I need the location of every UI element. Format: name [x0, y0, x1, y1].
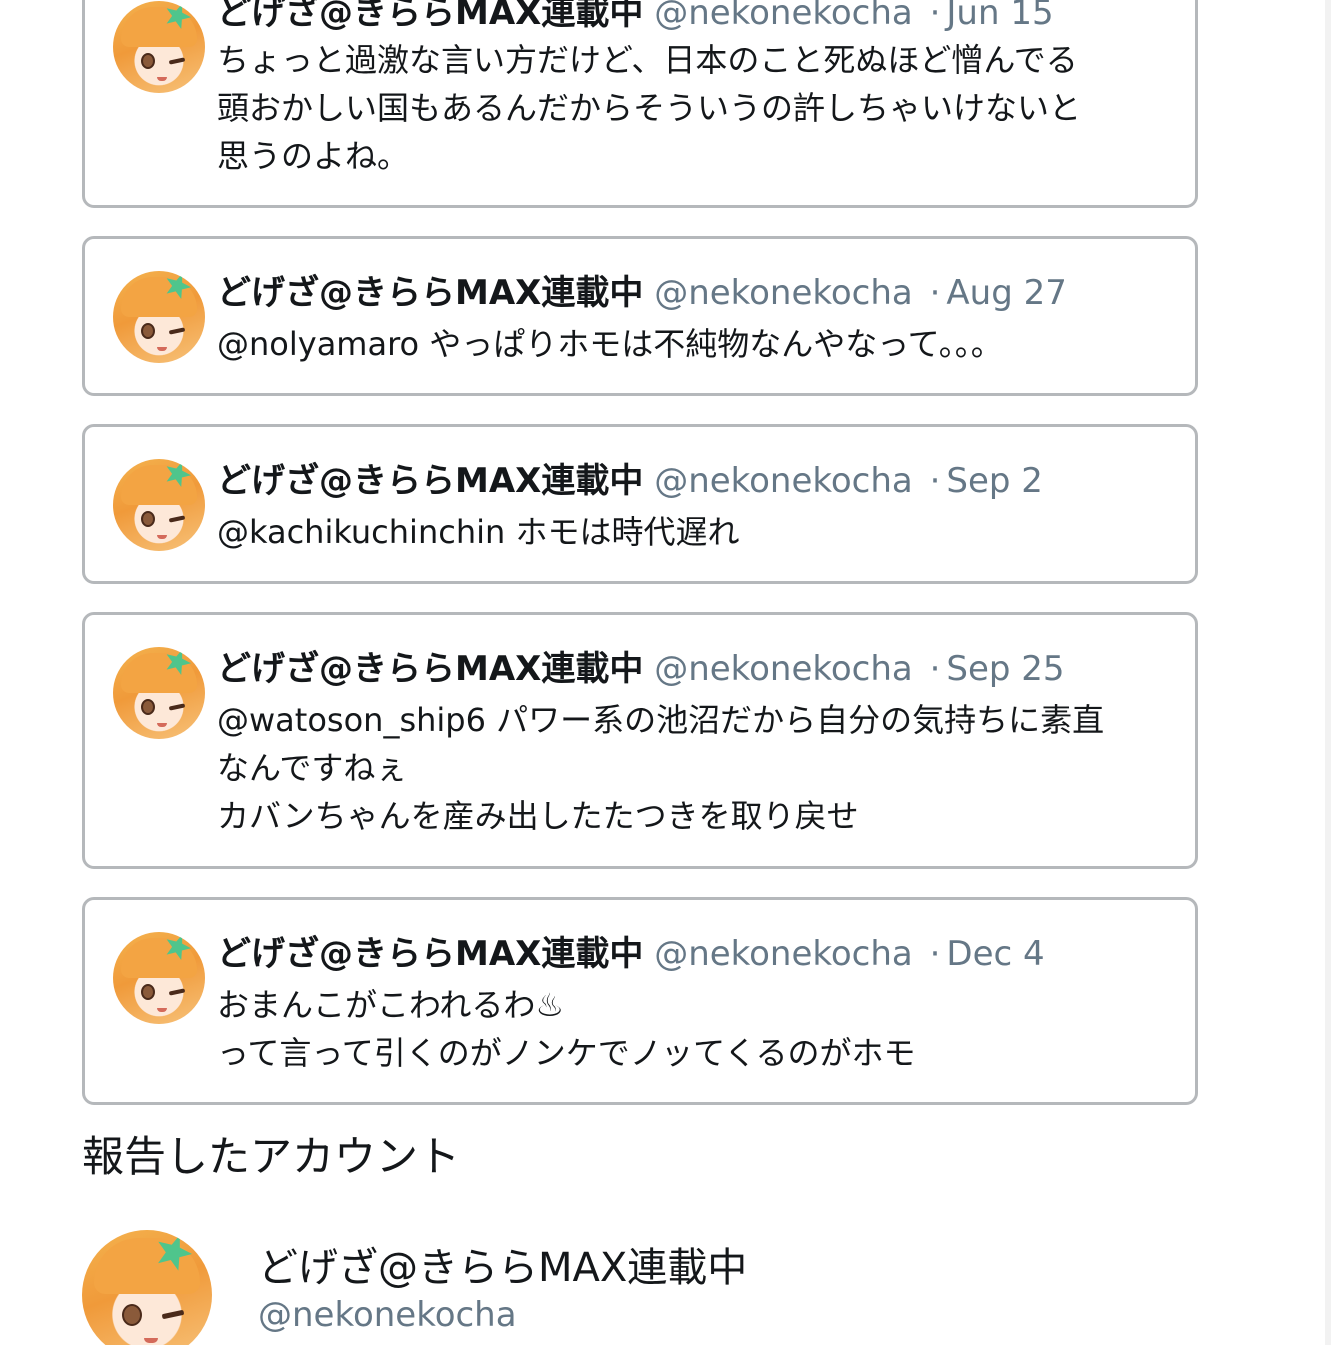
tweet-date[interactable]: Sep 2 — [946, 461, 1043, 501]
tweet-text-line: って言って引くのがノンケでノッてくるのがホモ — [217, 1034, 916, 1072]
separator: · — [929, 0, 941, 33]
author-name[interactable]: どげざ@きららMAX連載中 — [217, 273, 643, 313]
avatar-mouth — [157, 535, 167, 539]
scrollbar-track[interactable] — [1325, 0, 1331, 1345]
tweet-text-line: なんですねぇ — [217, 749, 408, 787]
tweet-text-line: @watoson_ship6 パワー系の池沼だから自分の気持ちに素直 — [217, 701, 1105, 739]
author-name[interactable]: どげざ@きららMAX連載中 — [217, 649, 643, 689]
tweet-header: どげざ@きららMAX連載中 @nekonekocha · Sep 2 — [217, 461, 1043, 501]
reported-account-name[interactable]: どげざ@きららMAX連載中 — [258, 1244, 747, 1292]
tweet-header: どげざ@きららMAX連載中 @nekonekocha · Jun 15 — [217, 0, 1054, 33]
avatar[interactable] — [113, 932, 205, 1024]
avatar-mouth — [144, 1338, 158, 1343]
tweet-text: ちょっと過激な言い方だけど、日本のこと死ぬほど憎んでる 頭おかしい国もあるんだか… — [217, 36, 1177, 180]
tweet-card[interactable]: どげざ@きららMAX連載中 @nekonekocha · Aug 27 @noly… — [82, 236, 1198, 396]
tweet-text-line: 頭おかしい国もあるんだからそういうの許しちゃいけないと — [217, 89, 1082, 127]
separator: · — [929, 649, 941, 689]
avatar-hair — [121, 938, 197, 978]
avatar-wink — [168, 703, 186, 711]
tweet-card[interactable]: どげざ@きららMAX連載中 @nekonekocha · Dec 4 おまんこがこ… — [82, 897, 1198, 1105]
tweet-text-line: おまんこがこわれるわ♨ — [217, 986, 565, 1024]
tweet-text-line: @nolyamaro やっぱりホモは不純物なんやなって。。。 — [217, 325, 1003, 363]
avatar-wink — [168, 988, 186, 996]
avatar-wink — [168, 327, 186, 335]
tweet-card[interactable]: どげざ@きららMAX連載中 @nekonekocha · Jun 15 ちょっと過… — [82, 0, 1198, 208]
reported-account-handle[interactable]: @nekonekocha — [258, 1294, 517, 1336]
author-handle[interactable]: @nekonekocha — [654, 649, 913, 689]
author-name[interactable]: どげざ@きららMAX連載中 — [217, 0, 643, 33]
avatar-mouth — [157, 1008, 167, 1012]
tweet-text-line: @kachikuchinchin ホモは時代遅れ — [217, 513, 740, 551]
avatar-hair — [121, 7, 197, 47]
avatar-hair — [121, 465, 197, 505]
avatar-mouth — [157, 77, 167, 81]
tweet-text: @watoson_ship6 パワー系の池沼だから自分の気持ちに素直 なんですね… — [217, 696, 1177, 840]
section-title-reported-account: 報告したアカウント — [82, 1132, 461, 1181]
tweet-date[interactable]: Dec 4 — [946, 934, 1044, 974]
author-handle[interactable]: @nekonekocha — [654, 273, 913, 313]
tweet-text-line: 思うのよね。 — [217, 137, 410, 175]
avatar[interactable] — [113, 647, 205, 739]
avatar[interactable] — [113, 459, 205, 551]
avatar[interactable] — [113, 1, 205, 93]
avatar-eye — [141, 511, 155, 527]
separator: · — [929, 461, 941, 501]
avatar-wink — [168, 515, 186, 523]
tweet-card[interactable]: どげざ@きららMAX連載中 @nekonekocha · Sep 25 @wato… — [82, 612, 1198, 869]
avatar-hair — [121, 277, 197, 317]
tweet-text: @kachikuchinchin ホモは時代遅れ — [217, 508, 1177, 556]
reported-account-avatar[interactable] — [82, 1230, 212, 1345]
author-name[interactable]: どげざ@きららMAX連載中 — [217, 461, 643, 501]
separator: · — [929, 934, 941, 974]
avatar-mouth — [157, 347, 167, 351]
tweet-text: @nolyamaro やっぱりホモは不純物なんやなって。。。 — [217, 320, 1177, 368]
separator: · — [929, 273, 941, 313]
tweet-text-line: カバンちゃんを産み出したたつきを取り戻せ — [217, 797, 859, 835]
avatar-eye — [141, 323, 155, 339]
tweet-header: どげざ@きららMAX連載中 @nekonekocha · Sep 25 — [217, 649, 1065, 689]
tweet-date[interactable]: Sep 25 — [946, 649, 1064, 689]
author-handle[interactable]: @nekonekocha — [654, 934, 913, 974]
avatar-hair — [121, 653, 197, 693]
avatar-wink — [168, 57, 186, 65]
avatar-eye — [122, 1304, 142, 1326]
tweet-text-line: ちょっと過激な言い方だけど、日本のこと死ぬほど憎んでる — [217, 41, 1078, 79]
avatar-hair — [94, 1238, 200, 1294]
author-handle[interactable]: @nekonekocha — [654, 461, 913, 501]
tweet-header: どげざ@きららMAX連載中 @nekonekocha · Aug 27 — [217, 273, 1067, 313]
tweet-date[interactable]: Aug 27 — [946, 273, 1066, 313]
avatar-eye — [141, 699, 155, 715]
author-name[interactable]: どげざ@きららMAX連載中 — [217, 934, 643, 974]
avatar-eye — [141, 984, 155, 1000]
tweet-header: どげざ@きららMAX連載中 @nekonekocha · Dec 4 — [217, 934, 1045, 974]
avatar-eye — [141, 53, 155, 69]
avatar-wink — [161, 1309, 185, 1320]
tweet-card[interactable]: どげざ@きららMAX連載中 @nekonekocha · Sep 2 @kachi… — [82, 424, 1198, 584]
author-handle[interactable]: @nekonekocha — [654, 0, 913, 33]
tweet-text: おまんこがこわれるわ♨ って言って引くのがノンケでノッてくるのがホモ — [217, 981, 1177, 1077]
avatar[interactable] — [113, 271, 205, 363]
tweet-date[interactable]: Jun 15 — [946, 0, 1053, 33]
avatar-mouth — [157, 723, 167, 727]
